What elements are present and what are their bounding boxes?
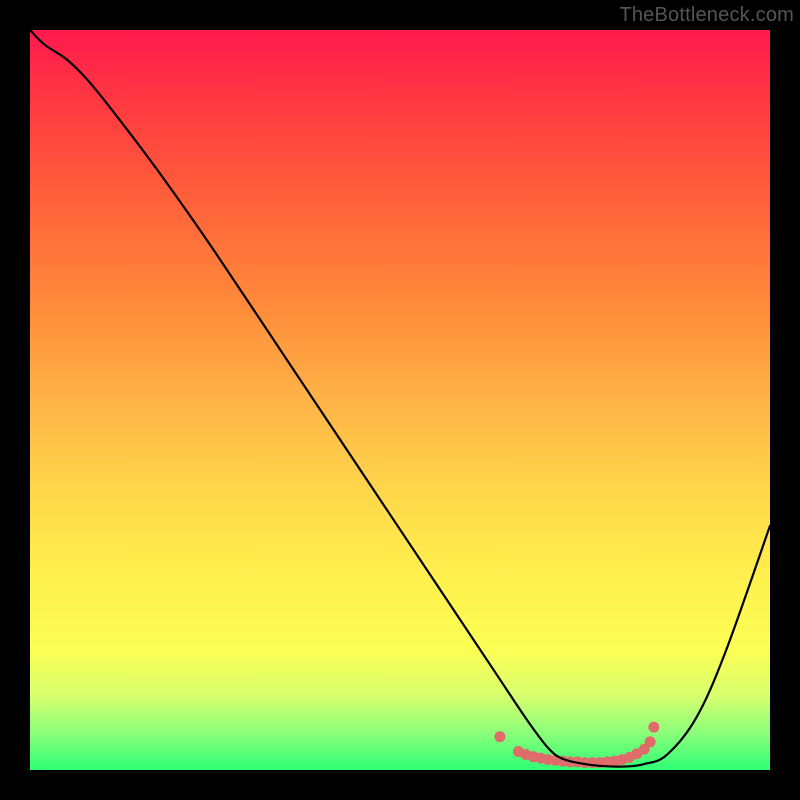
highlight-dots-group: [494, 722, 659, 769]
bottleneck-curve: [30, 30, 770, 767]
watermark-text: TheBottleneck.com: [619, 4, 794, 27]
chart-svg: [30, 30, 770, 770]
chart-frame: TheBottleneck.com: [0, 0, 800, 800]
highlight-dot: [494, 731, 505, 742]
plot-area: [30, 30, 770, 770]
highlight-dot: [645, 736, 656, 747]
highlight-dot: [648, 722, 659, 733]
